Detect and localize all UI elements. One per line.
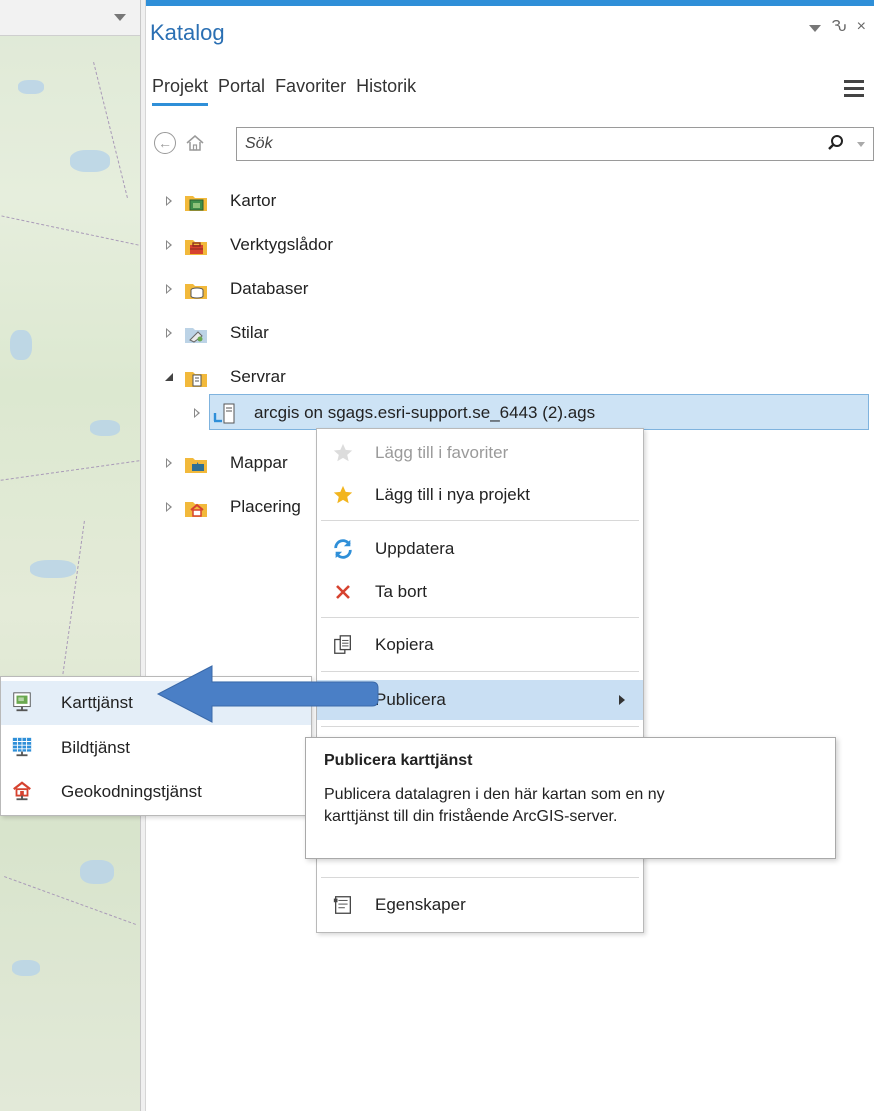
menu-separator	[321, 726, 639, 727]
properties-icon	[331, 893, 355, 917]
expand-arrow-icon[interactable]	[194, 408, 200, 418]
map-road	[93, 61, 128, 199]
menu-item-add-to-favorites[interactable]: Lägg till i favoriter	[317, 433, 643, 473]
servers-folder-icon	[185, 372, 207, 387]
styles-folder-icon	[185, 328, 207, 343]
search-icon[interactable]	[827, 134, 845, 157]
map-lake	[30, 560, 76, 578]
map-lake	[10, 330, 32, 360]
nav-buttons: ←	[154, 132, 206, 154]
tooltip-title: Publicera karttjänst	[324, 752, 473, 769]
server-connection-icon	[213, 403, 235, 424]
menu-item-refresh[interactable]: Uppdatera	[317, 529, 643, 569]
locators-folder-icon	[185, 502, 207, 517]
submenu-item-geocode-service[interactable]: Geokodningstjänst	[1, 770, 311, 814]
expand-arrow-icon[interactable]	[166, 284, 172, 294]
expand-arrow-icon[interactable]	[166, 328, 172, 338]
hamburger-icon[interactable]	[844, 80, 864, 101]
star-icon	[331, 441, 355, 465]
menu-item-delete[interactable]: Ta bort	[317, 572, 643, 612]
menu-separator	[321, 877, 639, 878]
expand-arrow-icon[interactable]	[166, 458, 172, 468]
tooltip-body-line: karttjänst till din fristående ArcGIS-se…	[324, 808, 618, 825]
tree-item-label: Verktygslådor	[230, 235, 333, 254]
pane-title: Katalog	[150, 20, 225, 45]
expand-arrow-icon[interactable]	[166, 240, 172, 250]
map-road	[0, 460, 140, 481]
maps-folder-icon	[185, 196, 207, 211]
chevron-down-icon[interactable]	[857, 142, 865, 147]
search-input[interactable]	[237, 128, 797, 160]
delete-icon	[331, 580, 355, 604]
home-icon[interactable]	[184, 132, 206, 154]
tab-favoriter[interactable]: Favoriter	[275, 76, 346, 106]
tree-item-label: Databaser	[230, 279, 309, 298]
tree-item-label: Servrar	[230, 367, 286, 386]
publish-submenu: Karttjänst Bildtjänst Geokodningstjänst	[0, 676, 312, 816]
pane-controls: Ԅ ×	[809, 18, 866, 36]
close-icon[interactable]: ×	[857, 18, 866, 36]
copy-icon	[331, 633, 355, 657]
menu-item-copy[interactable]: Kopiera	[317, 625, 643, 665]
chevron-down-icon[interactable]	[809, 25, 822, 32]
tree-item-label: arcgis on sgags.esri-support.se_6443 (2)…	[254, 403, 596, 422]
map-lake	[18, 80, 44, 94]
submenu-arrow-icon	[619, 695, 625, 705]
map-lake	[90, 420, 120, 436]
pin-icon[interactable]: Ԅ	[831, 18, 846, 36]
map-service-icon	[11, 691, 35, 715]
submenu-item-image-service[interactable]: Bildtjänst	[1, 726, 311, 770]
map-tab-bar	[0, 0, 140, 36]
submenu-item-map-service[interactable]: Karttjänst	[1, 681, 311, 725]
menu-separator	[321, 617, 639, 618]
tree-item-label: Kartor	[230, 191, 277, 210]
geocode-service-icon	[11, 780, 35, 804]
map-road	[1, 215, 139, 246]
search-box	[236, 127, 874, 161]
expand-arrow-icon[interactable]	[166, 502, 172, 512]
map-view[interactable]	[0, 0, 140, 1111]
publish-tooltip: Publicera karttjänst Publicera datalagre…	[305, 737, 836, 859]
tooltip-body-line: Publicera datalagren i den här kartan so…	[324, 786, 665, 803]
back-icon[interactable]: ←	[154, 132, 176, 154]
menu-separator	[321, 520, 639, 521]
toolbox-folder-icon	[185, 240, 207, 255]
map-lake	[12, 960, 40, 976]
refresh-icon	[331, 537, 355, 561]
tab-portal[interactable]: Portal	[218, 76, 265, 106]
tooltip-body: Publicera datalagren i den här kartan so…	[324, 784, 817, 828]
menu-item-publish[interactable]: Publicera	[317, 680, 643, 720]
tree-item-label: Stilar	[230, 323, 269, 342]
menu-item-properties[interactable]: Egenskaper	[317, 885, 643, 925]
menu-separator	[321, 671, 639, 672]
tree-item-label: Mappar	[230, 453, 288, 472]
tab-projekt[interactable]: Projekt	[152, 76, 209, 106]
folders-folder-icon	[185, 458, 207, 473]
collapse-arrow-icon[interactable]	[164, 372, 174, 382]
catalog-tabs: Projekt Portal Favoriter Historik	[152, 76, 416, 106]
map-lake	[70, 150, 110, 172]
pane-accent-bar	[146, 0, 874, 6]
map-lake	[80, 860, 114, 884]
image-service-icon	[11, 736, 35, 760]
expand-arrow-icon[interactable]	[166, 196, 172, 206]
chevron-down-icon[interactable]	[114, 14, 126, 21]
tab-historik[interactable]: Historik	[356, 76, 416, 106]
menu-item-add-to-new-projects[interactable]: Lägg till i nya projekt	[317, 475, 643, 515]
tree-item-label: Placering	[230, 497, 301, 516]
map-road	[4, 876, 136, 925]
star-icon	[331, 483, 355, 507]
database-folder-icon	[185, 284, 207, 299]
